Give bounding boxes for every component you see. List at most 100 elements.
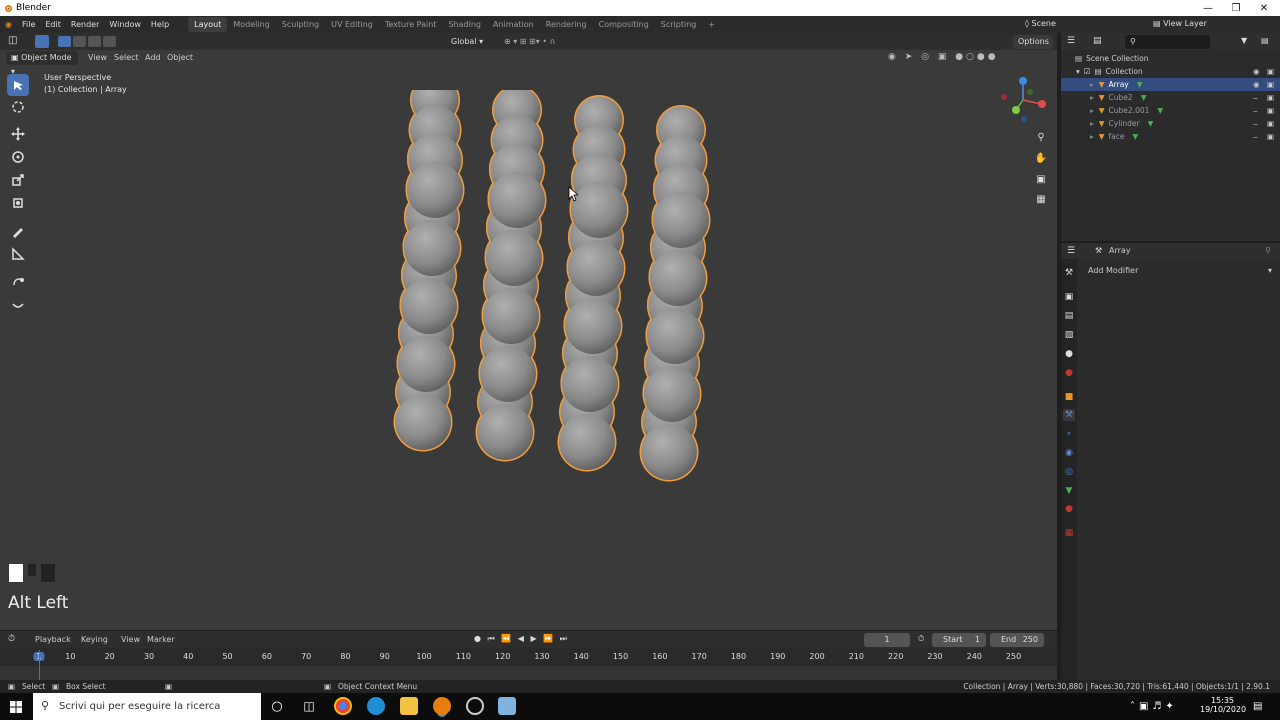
- render-camera-icon[interactable]: ▣: [1267, 67, 1274, 76]
- close-button[interactable]: ✕: [1250, 0, 1278, 16]
- render-camera-icon[interactable]: ▣: [1267, 93, 1274, 102]
- render-camera-icon[interactable]: ▣: [1267, 80, 1274, 89]
- checkbox-icon[interactable]: ☑: [1084, 67, 1091, 76]
- navigation-gizmo[interactable]: [998, 74, 1050, 124]
- snapping-controls[interactable]: ⊕ ▾ ⊞ ⊞▾ • ∩: [504, 37, 594, 47]
- playhead[interactable]: [39, 650, 40, 680]
- visibility-eye-icon[interactable]: ◉: [1253, 80, 1260, 89]
- filter-icon[interactable]: ▼: [1241, 36, 1247, 45]
- array-object-spheres[interactable]: [380, 90, 800, 510]
- menu-edit[interactable]: Edit: [40, 20, 66, 29]
- array-sphere[interactable]: [486, 230, 542, 286]
- rotate-tool-icon[interactable]: [7, 146, 29, 168]
- outliner-collection[interactable]: ▾ ☑ ▤ Collection ◉ ▣: [1061, 65, 1280, 78]
- expand-arrow-icon[interactable]: ▸: [1090, 80, 1094, 89]
- scale-tool-icon[interactable]: [7, 169, 29, 191]
- extend-selection-icon[interactable]: [73, 36, 86, 47]
- visibility-eye-icon[interactable]: ⌣: [1253, 132, 1258, 142]
- transform-tool-icon[interactable]: [7, 192, 29, 214]
- data-tab-icon[interactable]: ▼: [1063, 485, 1075, 497]
- particles-tab-icon[interactable]: ∘: [1063, 428, 1075, 440]
- scene-tab-icon[interactable]: ●: [1063, 348, 1075, 360]
- move-tool-icon[interactable]: [7, 123, 29, 145]
- blender-taskbar-icon[interactable]: [433, 697, 451, 715]
- tab-texture-paint[interactable]: Texture Paint: [379, 17, 443, 32]
- end-frame-field[interactable]: End 250: [990, 633, 1044, 647]
- array-sphere[interactable]: [568, 240, 624, 296]
- outliner-editor-type-icon[interactable]: ☰: [1067, 36, 1075, 46]
- cortana-icon[interactable]: ○: [268, 697, 286, 715]
- render-camera-icon[interactable]: ▣: [1267, 119, 1274, 128]
- select-tool-icon[interactable]: [35, 35, 49, 48]
- view-layer-selector[interactable]: ▤ View Layer: [1148, 17, 1248, 31]
- tab-layout[interactable]: Layout: [188, 17, 228, 32]
- blender-menu-icon[interactable]: ◉: [0, 20, 17, 29]
- expand-arrow-icon[interactable]: ▸: [1090, 132, 1094, 141]
- measure-tool-icon[interactable]: [7, 243, 29, 265]
- outliner-scene-collection[interactable]: ▤ Scene Collection: [1061, 52, 1280, 65]
- visibility-eye-icon[interactable]: ◉: [1253, 67, 1260, 76]
- tab-uv-editing[interactable]: UV Editing: [325, 17, 379, 32]
- system-tray-icons[interactable]: ˄▣♬✦: [1130, 701, 1178, 712]
- outliner-item-cube2-001[interactable]: ▸ ▼ Cube2.001 ▼ ⌣ ▣: [1061, 104, 1280, 117]
- timeline-track-area[interactable]: [0, 666, 1057, 680]
- expand-arrow-icon[interactable]: ▸: [1090, 119, 1094, 128]
- viewport-shading-controls[interactable]: ◉ ➤ ◎ ▣ ●○●●: [888, 52, 1048, 64]
- tab-sculpting[interactable]: Sculpting: [276, 17, 325, 32]
- array-sphere[interactable]: [565, 298, 621, 354]
- tab-compositing[interactable]: Compositing: [593, 17, 655, 32]
- constraints-tab-icon[interactable]: ◎: [1063, 466, 1075, 478]
- chrome-icon[interactable]: [334, 697, 352, 715]
- edge-icon[interactable]: [367, 697, 385, 715]
- display-mode-icon[interactable]: ▤: [1093, 36, 1102, 46]
- array-sphere[interactable]: [650, 250, 706, 306]
- array-sphere[interactable]: [653, 192, 709, 248]
- timeline-menu-playback[interactable]: Playback: [35, 635, 71, 644]
- array-sphere[interactable]: [398, 336, 454, 392]
- expand-arrow-icon[interactable]: ▾: [1076, 67, 1080, 76]
- array-sphere[interactable]: [401, 278, 457, 334]
- orthographic-toggle-icon[interactable]: ▦: [1033, 191, 1049, 207]
- expand-arrow-icon[interactable]: ▸: [1090, 106, 1094, 115]
- menu-help[interactable]: Help: [146, 20, 174, 29]
- new-collection-icon[interactable]: ▤: [1261, 36, 1269, 45]
- timeline-menu-view[interactable]: View: [121, 635, 140, 644]
- outliner-search-input[interactable]: ⚲: [1125, 35, 1210, 49]
- outliner-item-cube2[interactable]: ▸ ▼ Cube2 ▼ ⌣ ▣: [1061, 91, 1280, 104]
- timeline-editor-type-icon[interactable]: ⏱: [8, 634, 15, 644]
- material-tab-icon[interactable]: ●: [1063, 503, 1075, 515]
- array-sphere[interactable]: [395, 394, 451, 450]
- tab-shading[interactable]: Shading: [442, 17, 487, 32]
- tab-animation[interactable]: Animation: [487, 17, 540, 32]
- tab-scripting[interactable]: Scripting: [655, 17, 703, 32]
- array-sphere[interactable]: [647, 308, 703, 364]
- texture-tab-icon[interactable]: ▦: [1063, 527, 1075, 539]
- invert-selection-icon[interactable]: [103, 36, 116, 47]
- notification-icon[interactable]: ▤: [1253, 701, 1262, 712]
- render-camera-icon[interactable]: ▣: [1267, 106, 1274, 115]
- properties-editor-type-icon[interactable]: ☰: [1067, 246, 1075, 256]
- expand-arrow-icon[interactable]: ▸: [1090, 93, 1094, 102]
- options-dropdown[interactable]: Options ▾: [1013, 35, 1053, 60]
- array-sphere[interactable]: [489, 172, 545, 228]
- scene-selector[interactable]: ◊ Scene: [1020, 17, 1120, 31]
- camera-view-icon[interactable]: ▣: [1033, 171, 1049, 187]
- outliner-item-array[interactable]: ▸ ▼ Array ▼ ◉ ▣: [1061, 78, 1280, 91]
- array-sphere[interactable]: [404, 220, 460, 276]
- windows-start-icon[interactable]: [10, 701, 22, 713]
- zoom-icon[interactable]: ⚲: [1033, 129, 1049, 145]
- world-tab-icon[interactable]: ●: [1063, 367, 1075, 379]
- viewport-menu-object[interactable]: Object: [167, 53, 193, 62]
- timeline-menu-marker[interactable]: Marker: [147, 635, 175, 644]
- viewport-menu-select[interactable]: Select: [114, 53, 139, 62]
- preview-range-icon[interactable]: ⏱: [918, 634, 924, 644]
- add-modifier-dropdown[interactable]: Add Modifier ▾: [1082, 264, 1275, 278]
- taskbar-search-box[interactable]: ⚲ Scrivi qui per eseguire la ricerca: [33, 693, 261, 720]
- current-frame-field[interactable]: 1: [864, 633, 910, 647]
- new-selection-icon[interactable]: [58, 36, 71, 47]
- menu-file[interactable]: File: [17, 20, 40, 29]
- object-mode-dropdown[interactable]: ▣ Object Mode ▾: [6, 51, 78, 76]
- array-sphere[interactable]: [571, 182, 627, 238]
- tab-modeling[interactable]: Modeling: [227, 17, 275, 32]
- tab-rendering[interactable]: Rendering: [540, 17, 593, 32]
